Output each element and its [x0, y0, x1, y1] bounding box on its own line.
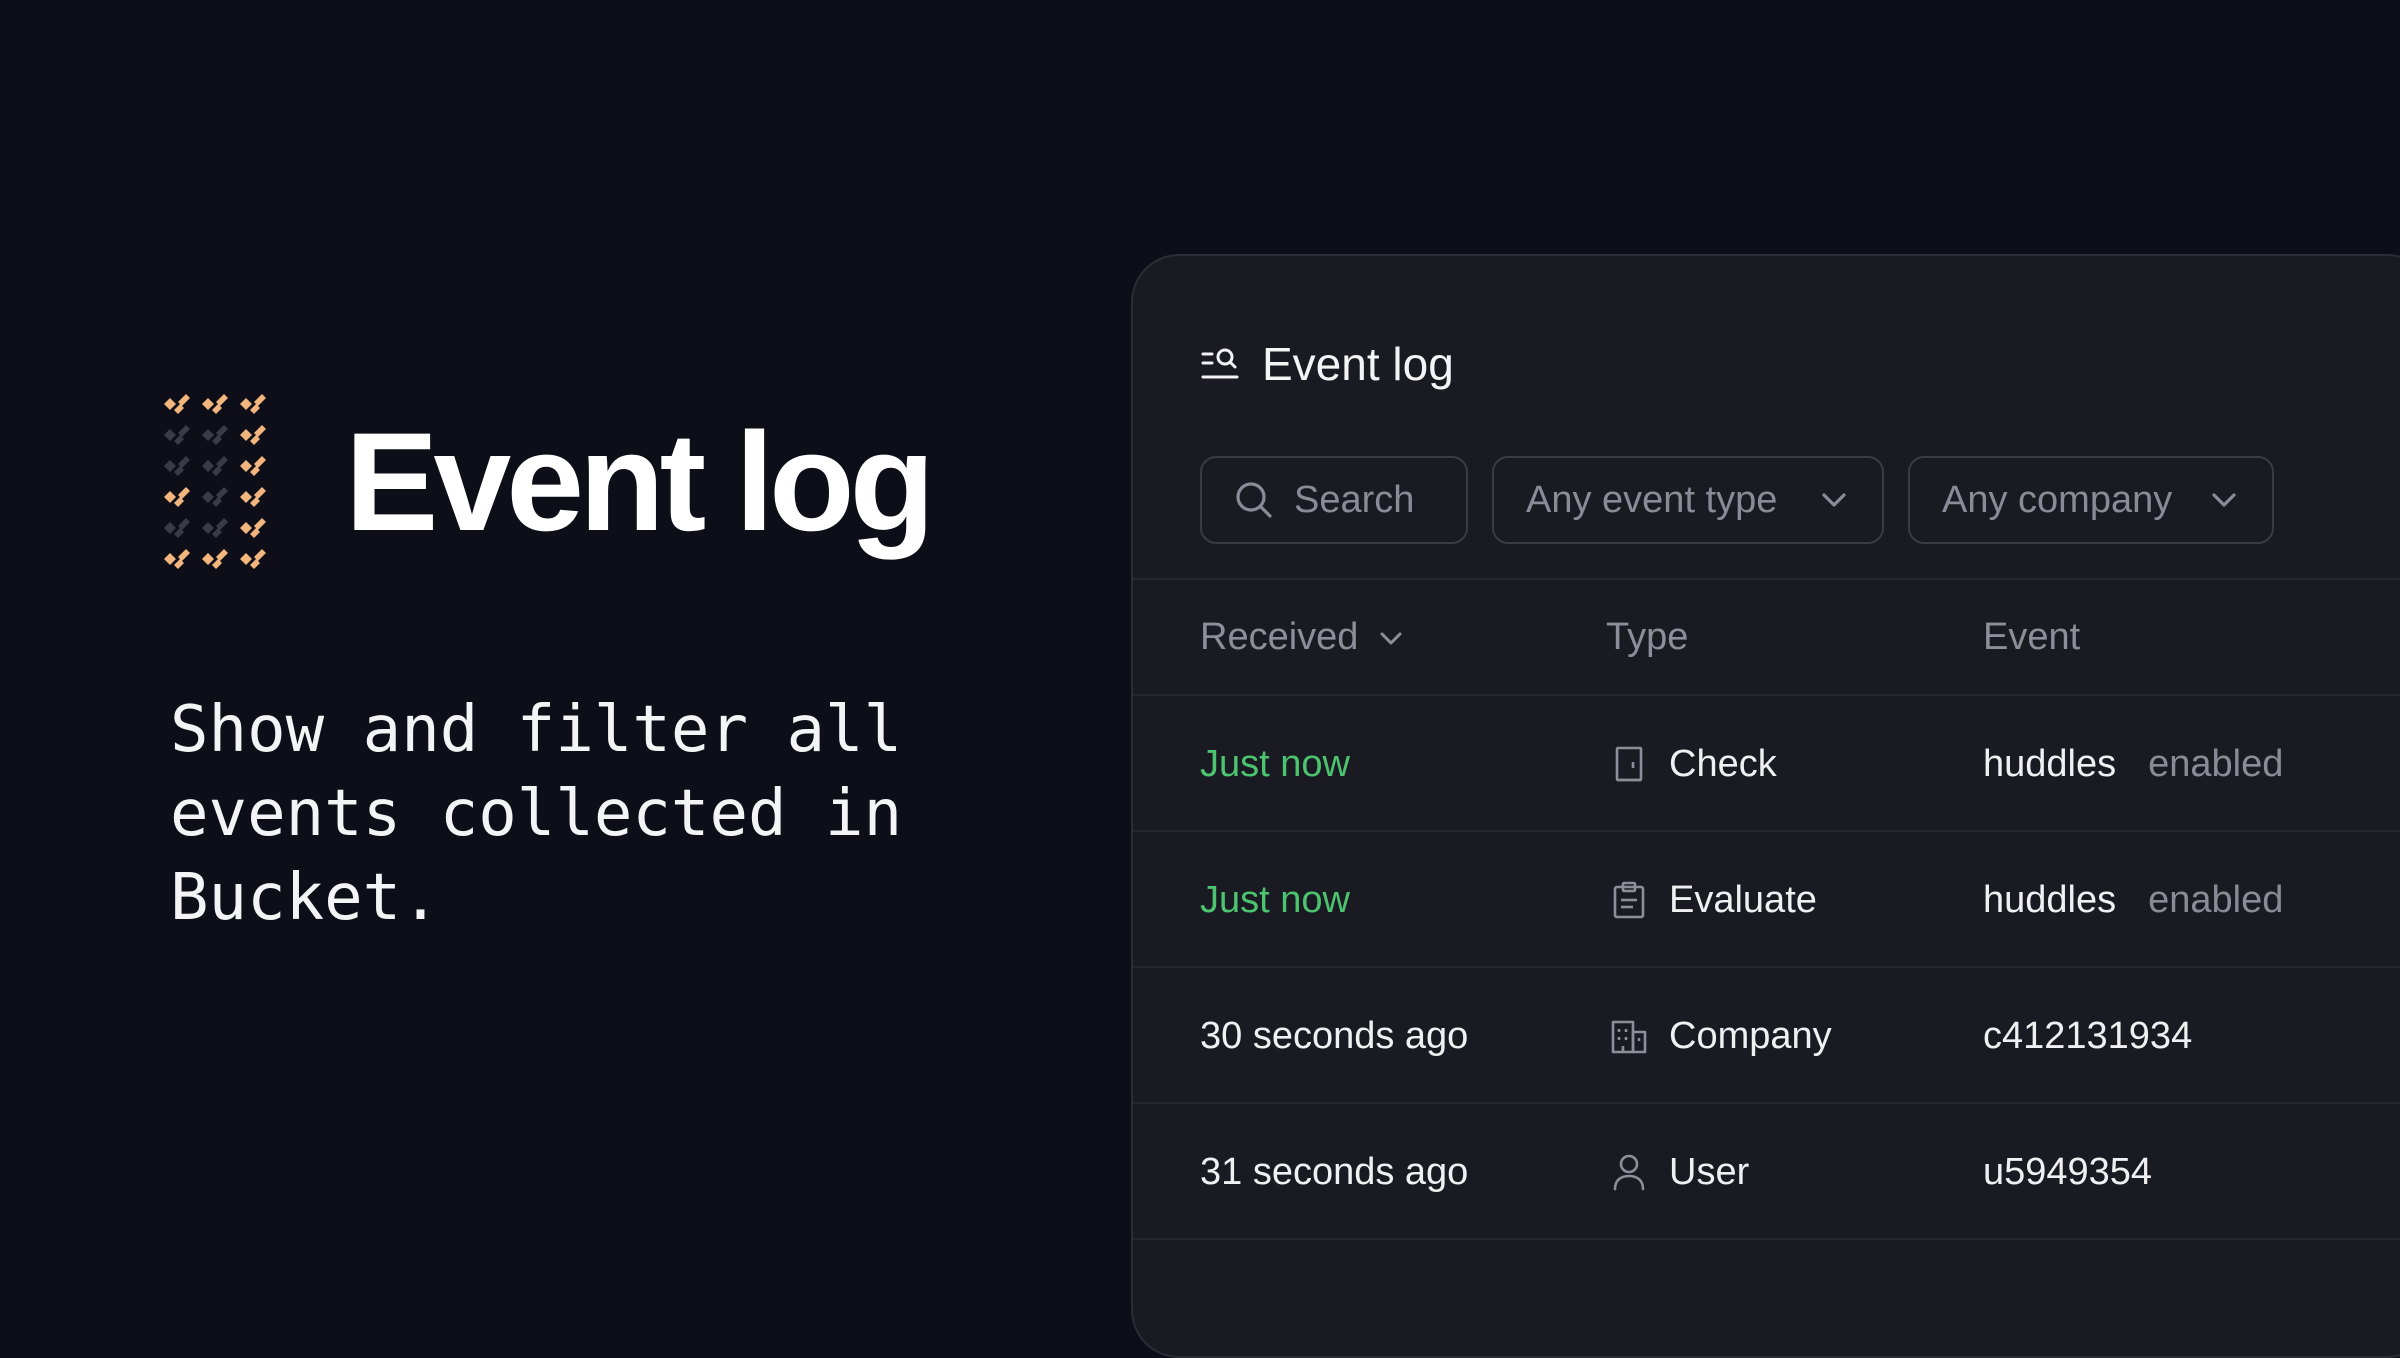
type-label: Check — [1669, 742, 1777, 785]
bucket-logo-icon — [164, 394, 266, 569]
event-name: u5949354 — [1983, 1150, 2153, 1193]
search-input[interactable]: Search — [1200, 456, 1468, 544]
row-divider — [1133, 1102, 2400, 1104]
filter-bar: Search Any event type Any company — [1200, 456, 2274, 544]
panel-header: Event log — [1200, 328, 1454, 400]
clipboard-icon — [1613, 881, 1645, 919]
event-cell: huddles enabled — [1983, 870, 2283, 930]
table-divider — [1133, 694, 2400, 696]
company-value: Any company — [1942, 478, 2173, 521]
column-header-received[interactable]: Received — [1200, 616, 1406, 659]
column-header-type: Type — [1606, 616, 1689, 658]
row-divider — [1133, 830, 2400, 832]
event-name: c412131934 — [1983, 1014, 2193, 1057]
type-cell: Company — [1609, 1006, 1832, 1066]
received-cell: 31 seconds ago — [1200, 1150, 1469, 1193]
event-cell: u5949354 — [1983, 1142, 2152, 1202]
search-placeholder: Search — [1294, 478, 1415, 521]
company-select[interactable]: Any company — [1908, 456, 2274, 544]
column-header-event: Event — [1983, 616, 2081, 658]
row-divider — [1133, 1238, 2400, 1240]
search-icon — [1236, 482, 1272, 518]
chevron-down-icon — [2212, 493, 2236, 507]
received-cell: Just now — [1200, 742, 1350, 785]
received-cell: Just now — [1200, 878, 1350, 921]
event-cell: c412131934 — [1983, 1006, 2192, 1066]
type-label: Company — [1669, 1014, 1832, 1057]
event-type-value: Any event type — [1526, 478, 1778, 521]
received-cell: 30 seconds ago — [1200, 1014, 1469, 1057]
row-divider — [1133, 966, 2400, 968]
check-icon — [1615, 746, 1643, 782]
type-cell: Check — [1609, 734, 1777, 794]
table-divider — [1133, 578, 2400, 580]
column-header-received-label: Received — [1200, 616, 1359, 658]
chevron-down-icon — [1380, 632, 1402, 644]
hero-description: Show and filter all events collected in … — [170, 693, 903, 935]
event-log-icon — [1201, 348, 1239, 379]
event-type-select[interactable]: Any event type — [1492, 456, 1884, 544]
event-state: enabled — [2148, 878, 2284, 921]
chevron-down-icon — [1822, 493, 1846, 507]
event-state: enabled — [2148, 742, 2284, 785]
type-label: Evaluate — [1669, 878, 1817, 921]
user-icon — [1613, 1154, 1645, 1191]
type-cell: User — [1609, 1142, 1749, 1202]
event-name: huddles — [1983, 878, 2117, 921]
event-name: huddles — [1983, 742, 2117, 785]
type-label: User — [1669, 1150, 1750, 1193]
hero-title: Event log — [345, 403, 935, 560]
type-cell: Evaluate — [1609, 870, 1817, 930]
event-cell: huddles enabled — [1983, 734, 2283, 794]
event-log-panel: Event log Search Any event type Any comp… — [1131, 254, 2400, 1358]
panel-title: Event log — [1262, 338, 1454, 390]
building-icon — [1611, 1020, 1647, 1054]
